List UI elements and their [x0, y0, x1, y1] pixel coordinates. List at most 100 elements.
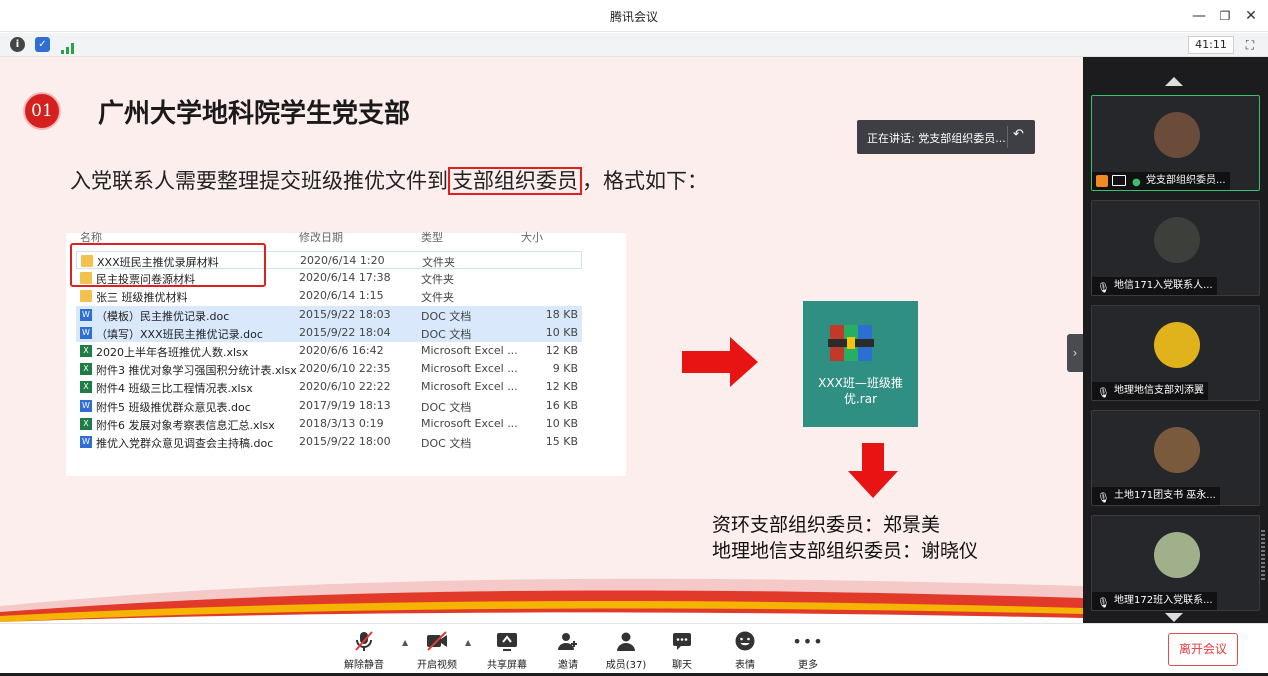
file-row[interactable]: W 推优入党群众意见调查会主持稿.doc 2015/9/22 18:00 DOC 文档…: [76, 433, 582, 451]
file-type: Microsoft Excel ...: [421, 344, 518, 357]
doc-icon: W: [80, 326, 92, 339]
panel-scrollbar[interactable]: [1261, 530, 1265, 580]
committee-line: 地理地信支部组织委员：谢晓仪: [712, 540, 979, 562]
participant-name: 🎙︎ 地理地信支部刘添翼: [1092, 382, 1208, 400]
participant-name: ● 党支部组织委员...: [1092, 172, 1230, 190]
file-row[interactable]: W （填写）XXX班民主推优记录.doc 2015/9/22 18:04 DOC 文档…: [76, 323, 582, 342]
meeting-timer: 41:11: [1188, 36, 1234, 54]
file-size: 9 KB: [552, 362, 578, 376]
file-date: 2015/9/22 18:00: [299, 435, 391, 448]
emoji-button[interactable]: 表情: [715, 630, 775, 671]
share-screen-button[interactable]: 共享屏幕: [477, 630, 537, 671]
chat-icon: [652, 630, 712, 654]
file-row[interactable]: W （模板）民主推优记录.doc 2015/9/22 18:03 DOC 文档 18 K…: [76, 305, 582, 324]
participant-name: 🎙︎ 地信171入党联系人...: [1092, 277, 1217, 295]
doc-icon: W: [80, 436, 92, 448]
file-size: 10 KB: [545, 325, 578, 339]
file-name: 推优入党群众意见调查会主持稿.doc: [96, 437, 274, 450]
avatar: [1154, 217, 1200, 263]
highlight-box: [70, 243, 266, 287]
file-name: （填写）XXX班民主推优记录.doc: [96, 327, 263, 341]
avatar: [1154, 532, 1200, 578]
add-user-icon: [538, 630, 598, 654]
members-icon: [596, 630, 656, 654]
more-icon: •••: [792, 632, 824, 651]
file-date: 2020/6/14 17:38: [299, 271, 391, 285]
file-date: 2015/9/22 18:04: [299, 325, 391, 339]
mic-muted-icon: 🎙︎: [1097, 283, 1110, 294]
archive-icon: [828, 325, 874, 361]
column-header-type: 类型: [421, 231, 443, 243]
committee-list: 资环支部组织委员：郑景美 地理地信支部组织委员：谢晓仪: [712, 512, 978, 564]
excel-icon: X: [80, 417, 92, 430]
highlighted-role: 支部组织委员: [448, 167, 582, 195]
shared-slide: 01 广州大学地科院学生党支部 正在讲话: 党支部组织委员... ↶ 入党联系人…: [0, 57, 1083, 623]
participant-tile[interactable]: 🎙︎ 地理地信支部刘添翼: [1091, 305, 1260, 401]
meeting-toolbar: 解除静音 ▲ 开启视频 ▲ 共享屏幕 邀请 成员(37) 聊天 表情 ••• 更…: [0, 623, 1268, 676]
status-bar: i ✓ 41:11 ⛶: [0, 33, 1268, 57]
return-icon[interactable]: ↶: [1013, 127, 1024, 142]
speaking-indicator: 正在讲话: 党支部组织委员... ↶: [857, 120, 1035, 154]
restore-icon[interactable]: ❐: [1214, 5, 1236, 27]
slide-number-badge: 01: [23, 92, 61, 130]
fullscreen-icon[interactable]: ⛶: [1242, 37, 1258, 53]
file-date: 2020/6/10 22:35: [299, 362, 391, 376]
file-date: 2017/9/19 18:13: [299, 398, 391, 412]
file-type: Microsoft Excel ...: [421, 416, 518, 430]
start-video-button[interactable]: 开启视频: [407, 630, 467, 671]
invite-button[interactable]: 邀请: [538, 630, 598, 671]
file-row[interactable]: X 附件4 班级三比工程情况表.xlsx 2020/6/10 22:22 Micros…: [76, 378, 582, 396]
window-title: 腾讯会议: [609, 10, 658, 24]
mic-muted-icon: 🎙︎: [1097, 598, 1110, 609]
column-header-size: 大小: [521, 231, 543, 243]
scroll-up-icon[interactable]: [1165, 77, 1183, 86]
unmute-button[interactable]: 解除静音: [334, 630, 394, 671]
info-icon[interactable]: i: [10, 37, 25, 52]
file-type: 文件夹: [421, 273, 454, 287]
doc-icon: W: [80, 399, 92, 412]
file-size: 16 KB: [545, 398, 578, 412]
participant-tile[interactable]: ● 党支部组织委员...: [1091, 95, 1260, 191]
members-button[interactable]: 成员(37): [596, 630, 656, 671]
decorative-wave: [0, 578, 1083, 623]
video-options-caret[interactable]: ▲: [465, 638, 471, 647]
file-date: 2018/3/13 0:19: [299, 416, 384, 430]
file-size: 10 KB: [545, 416, 578, 430]
camera-off-icon: [407, 630, 467, 654]
slide-title: 广州大学地科院学生党支部: [98, 99, 411, 129]
file-size: 15 KB: [545, 435, 578, 448]
file-row[interactable]: X 2020上半年各班推优人数.xlsx 2020/6/6 16:42 Microso…: [76, 342, 582, 360]
participant-tile[interactable]: 🎙︎ 地信171入党联系人...: [1091, 200, 1260, 296]
more-button[interactable]: ••• 更多: [778, 630, 838, 671]
file-name: 附件5 班级推优群众意见表.doc: [96, 400, 251, 414]
avatar: [1154, 427, 1200, 473]
leave-meeting-button[interactable]: 离开会议: [1168, 633, 1238, 666]
file-list-screenshot: 名称 修改日期 类型 大小 XXX班民主推优录屏材料 2020/6/14 1:20…: [66, 231, 626, 476]
committee-line: 资环支部组织委员：郑景美: [712, 514, 941, 536]
file-name: （模板）民主推优记录.doc: [96, 309, 230, 323]
file-row[interactable]: 张三 班级推优材料 2020/6/14 1:15 文件夹: [76, 287, 582, 305]
file-size: 12 KB: [545, 380, 578, 394]
avatar: [1154, 112, 1200, 158]
file-date: 2020/6/14 1:15: [299, 289, 384, 303]
close-icon[interactable]: ✕: [1240, 5, 1262, 27]
file-date: 2015/9/22 18:03: [299, 307, 391, 321]
shield-icon[interactable]: ✓: [35, 37, 50, 52]
rar-file-tile: XXX班—班级推优.rar: [803, 301, 918, 427]
speaking-label: 正在讲话: 党支部组织委员...: [867, 132, 1006, 145]
file-row[interactable]: X 附件3 推优对象学习强国积分统计表.xlsx 2020/6/10 22:35 Mi…: [76, 360, 582, 378]
participant-tile[interactable]: 🎙︎ 土地171团支书 巫永...: [1091, 410, 1260, 506]
participant-tile[interactable]: 🎙︎ 地理172班入党联系...: [1091, 515, 1260, 611]
arrow-right-icon: [682, 337, 758, 387]
signal-icon[interactable]: [60, 39, 76, 58]
rar-file-name: XXX班—班级推优.rar: [818, 376, 903, 406]
file-date: 2020/6/14 1:20: [300, 254, 385, 267]
file-name: 附件3 推优对象学习强国积分统计表.xlsx: [96, 364, 297, 378]
collapse-panel-handle[interactable]: ›: [1067, 334, 1083, 372]
file-row[interactable]: X 附件6 发展对象考察表信息汇总.xlsx 2018/3/13 0:19 Micro…: [76, 415, 582, 433]
title-bar: 腾讯会议 — ❐ ✕: [0, 0, 1268, 32]
chat-button[interactable]: 聊天: [652, 630, 712, 671]
file-row[interactable]: W 附件5 班级推优群众意见表.doc 2017/9/19 18:13 DOC 文档 1…: [76, 397, 582, 415]
scroll-down-icon[interactable]: [1165, 613, 1183, 622]
minimize-icon[interactable]: —: [1188, 5, 1210, 27]
